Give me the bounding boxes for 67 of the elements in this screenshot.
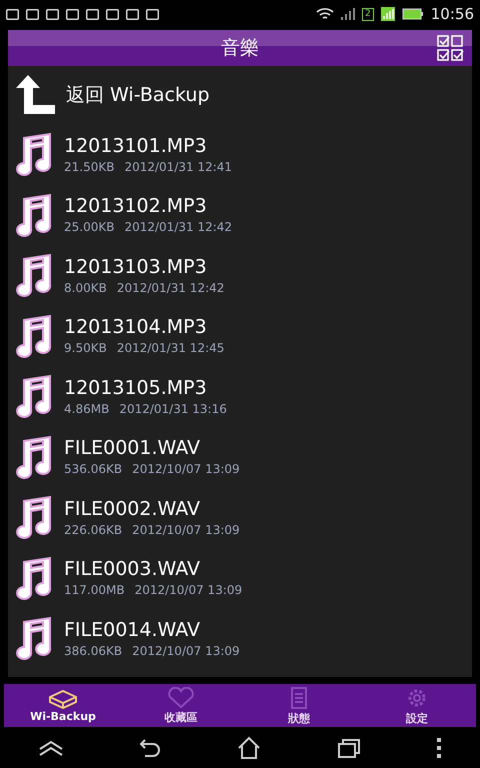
document-icon: [289, 686, 309, 710]
file-name: 12013103.MP3: [64, 256, 208, 278]
file-row[interactable]: FILE0003.WAV 117.00MB 2012/10/07 13:09: [8, 548, 472, 608]
back-label: 返回 Wi-Backup: [66, 83, 210, 108]
file-name: 12013101.MP3: [64, 134, 208, 157]
file-date: 2012/10/07 13:09: [134, 583, 242, 598]
notification-icon: [46, 8, 59, 20]
file-size: 25.00KB: [64, 220, 114, 234]
clock-time: 10:56: [430, 5, 474, 23]
file-name: 12013104.MP3: [64, 316, 208, 338]
file-date: 2012/01/31 12:41: [124, 160, 232, 174]
file-row[interactable]: 12013101.MP3 21.50KB 2012/01/31 12:41: [8, 124, 472, 184]
file-size: 21.50KB: [64, 160, 114, 174]
signal-icon: [341, 7, 356, 21]
file-name: FILE0001.WAV: [64, 437, 202, 460]
notification-icon: [106, 8, 119, 20]
file-name: 12013102.MP3: [64, 195, 208, 218]
screen-title: 音樂: [221, 36, 259, 61]
file-row[interactable]: FILE0014.WAV 386.06KB 2012/10/07 13:09: [8, 608, 472, 668]
tab[interactable]: Wi-Backup: [4, 684, 122, 727]
file-size: 117.00MB: [64, 583, 125, 598]
back-arrow-icon: [16, 75, 56, 115]
home-button[interactable]: [236, 736, 261, 760]
notification-icon: [126, 8, 139, 20]
wifi-icon: [316, 7, 334, 21]
recent-apps-button[interactable]: [336, 736, 361, 758]
box-icon: [48, 688, 78, 708]
file-date: 2012/01/31 12:42: [116, 280, 224, 295]
file-row[interactable]: 12013105.MP3 4.86MB 2012/01/31 13:16: [8, 366, 472, 426]
notification-icon: [146, 8, 159, 20]
file-date: 2012/01/31 12:42: [124, 220, 232, 234]
file-date: 2012/10/07 13:09: [132, 644, 240, 658]
file-row[interactable]: 12013104.MP3 9.50KB 2012/01/31 12:45: [8, 306, 472, 366]
file-size: 536.06KB: [64, 462, 122, 476]
file-size: 8.00KB: [64, 280, 107, 295]
file-date: 2012/01/31 12:45: [116, 341, 224, 356]
file-size: 226.06KB: [64, 522, 122, 537]
file-row[interactable]: 12013102.MP3 25.00KB 2012/01/31 12:42: [8, 184, 472, 245]
back-row[interactable]: 返回 Wi-Backup: [8, 66, 472, 124]
file-date: 2012/10/07 13:09: [132, 462, 240, 476]
file-date: 2012/01/31 13:16: [119, 402, 227, 416]
hide-bar-button[interactable]: [38, 738, 64, 756]
file-date: 2012/10/07 13:09: [132, 522, 240, 537]
notification-icon: [26, 8, 39, 20]
tab[interactable]: 狀態: [240, 684, 358, 727]
back-button[interactable]: [139, 738, 162, 758]
tab[interactable]: 收藏區: [122, 684, 240, 727]
file-row[interactable]: 12013103.MP3 8.00KB 2012/01/31 12:42: [8, 245, 472, 306]
signal-icon: [380, 7, 395, 21]
tab[interactable]: 設定: [358, 684, 476, 727]
file-name: FILE0003.WAV: [64, 558, 202, 580]
file-size: 386.06KB: [64, 644, 122, 658]
select-all-button[interactable]: [436, 34, 464, 62]
sim-indicator: 2: [362, 8, 374, 20]
file-name: 12013105.MP3: [64, 376, 208, 399]
notification-icon: [86, 8, 99, 20]
file-name: FILE0002.WAV: [64, 498, 202, 520]
notification-icon: [66, 8, 79, 20]
file-name: FILE0014.WAV: [64, 618, 202, 641]
file-row[interactable]: FILE0001.WAV 536.06KB 2012/10/07 13:09: [8, 426, 472, 487]
file-row[interactable]: FILE0002.WAV 226.06KB 2012/10/07 13:09: [8, 487, 472, 548]
notification-icon: [6, 8, 19, 20]
file-size: 9.50KB: [64, 341, 107, 356]
heart-icon: [167, 686, 195, 708]
battery-icon: [402, 8, 424, 20]
file-size: 4.86MB: [64, 402, 110, 416]
menu-button[interactable]: [436, 736, 442, 758]
